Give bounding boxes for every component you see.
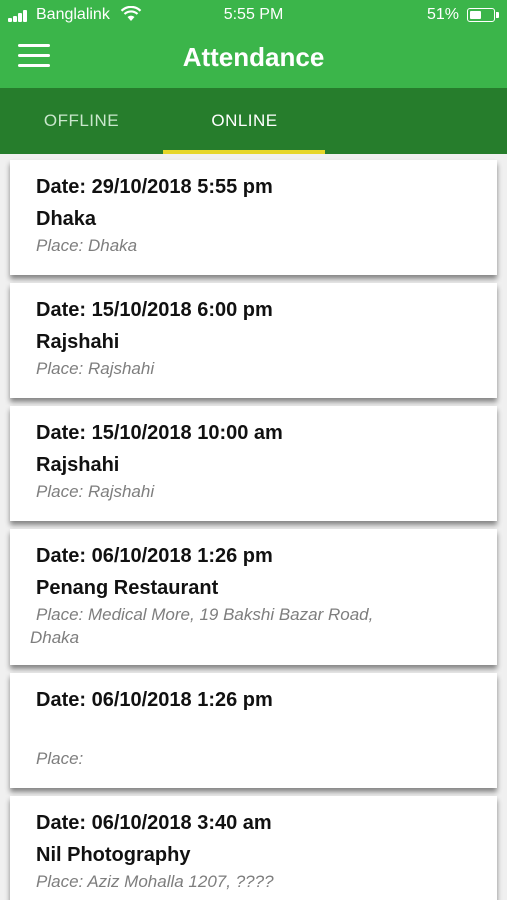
attendance-card[interactable]: Date: 06/10/2018 1:26 pm Place: <box>10 673 497 788</box>
attendance-card[interactable]: Date: 06/10/2018 1:26 pm Penang Restaura… <box>10 529 497 665</box>
attendance-card[interactable]: Date: 15/10/2018 10:00 am Rajshahi Place… <box>10 406 497 521</box>
record-date: Date: 06/10/2018 1:26 pm <box>36 689 273 711</box>
record-place: Place: Rajshahi <box>36 359 155 378</box>
record-date: Date: 15/10/2018 6:00 pm <box>36 299 273 321</box>
record-place: Place: Aziz Mohalla 1207, ???? <box>36 872 274 891</box>
record-place-line1: Place: Medical More, 19 Bakshi Bazar Roa… <box>36 605 374 624</box>
record-name: Rajshahi <box>36 454 120 476</box>
tab-offline[interactable]: OFFLINE <box>0 88 163 154</box>
page-title: Attendance <box>182 42 325 72</box>
record-date: Date: 29/10/2018 5:55 pm <box>36 176 273 198</box>
record-date: Date: 06/10/2018 3:40 am <box>36 812 272 834</box>
record-name <box>36 719 497 745</box>
record-place: Place: Dhaka <box>36 236 138 255</box>
record-date: Date: 06/10/2018 1:26 pm <box>36 545 273 567</box>
record-place: Place: <box>36 749 84 768</box>
battery-percentage: 51% <box>426 6 459 23</box>
battery-icon <box>467 8 499 22</box>
attendance-card[interactable]: Date: 29/10/2018 5:55 pm Dhaka Place: Dh… <box>10 160 497 275</box>
app-header: Banglalink 5:55 PM 51% Attendance <box>0 0 507 88</box>
tab-online[interactable]: ONLINE <box>163 88 326 154</box>
record-place-line2: Dhaka <box>30 628 80 647</box>
record-name: Penang Restaurant <box>36 577 219 599</box>
status-bar: Banglalink 5:55 PM 51% <box>0 0 507 30</box>
attendance-card[interactable]: Date: 06/10/2018 3:40 am Nil Photography… <box>10 796 497 900</box>
record-place: Place: Rajshahi <box>36 482 155 501</box>
record-name: Dhaka <box>36 208 97 230</box>
record-name: Rajshahi <box>36 331 120 353</box>
attendance-list[interactable]: Date: 29/10/2018 5:55 pm Dhaka Place: Dh… <box>0 154 507 900</box>
record-date: Date: 15/10/2018 10:00 am <box>36 422 283 444</box>
attendance-card[interactable]: Date: 15/10/2018 6:00 pm Rajshahi Place:… <box>10 283 497 398</box>
tab-bar: OFFLINE ONLINE <box>0 88 507 154</box>
record-place: Place: Medical More, 19 Bakshi Bazar Roa… <box>30 603 497 649</box>
record-name: Nil Photography <box>36 844 191 866</box>
